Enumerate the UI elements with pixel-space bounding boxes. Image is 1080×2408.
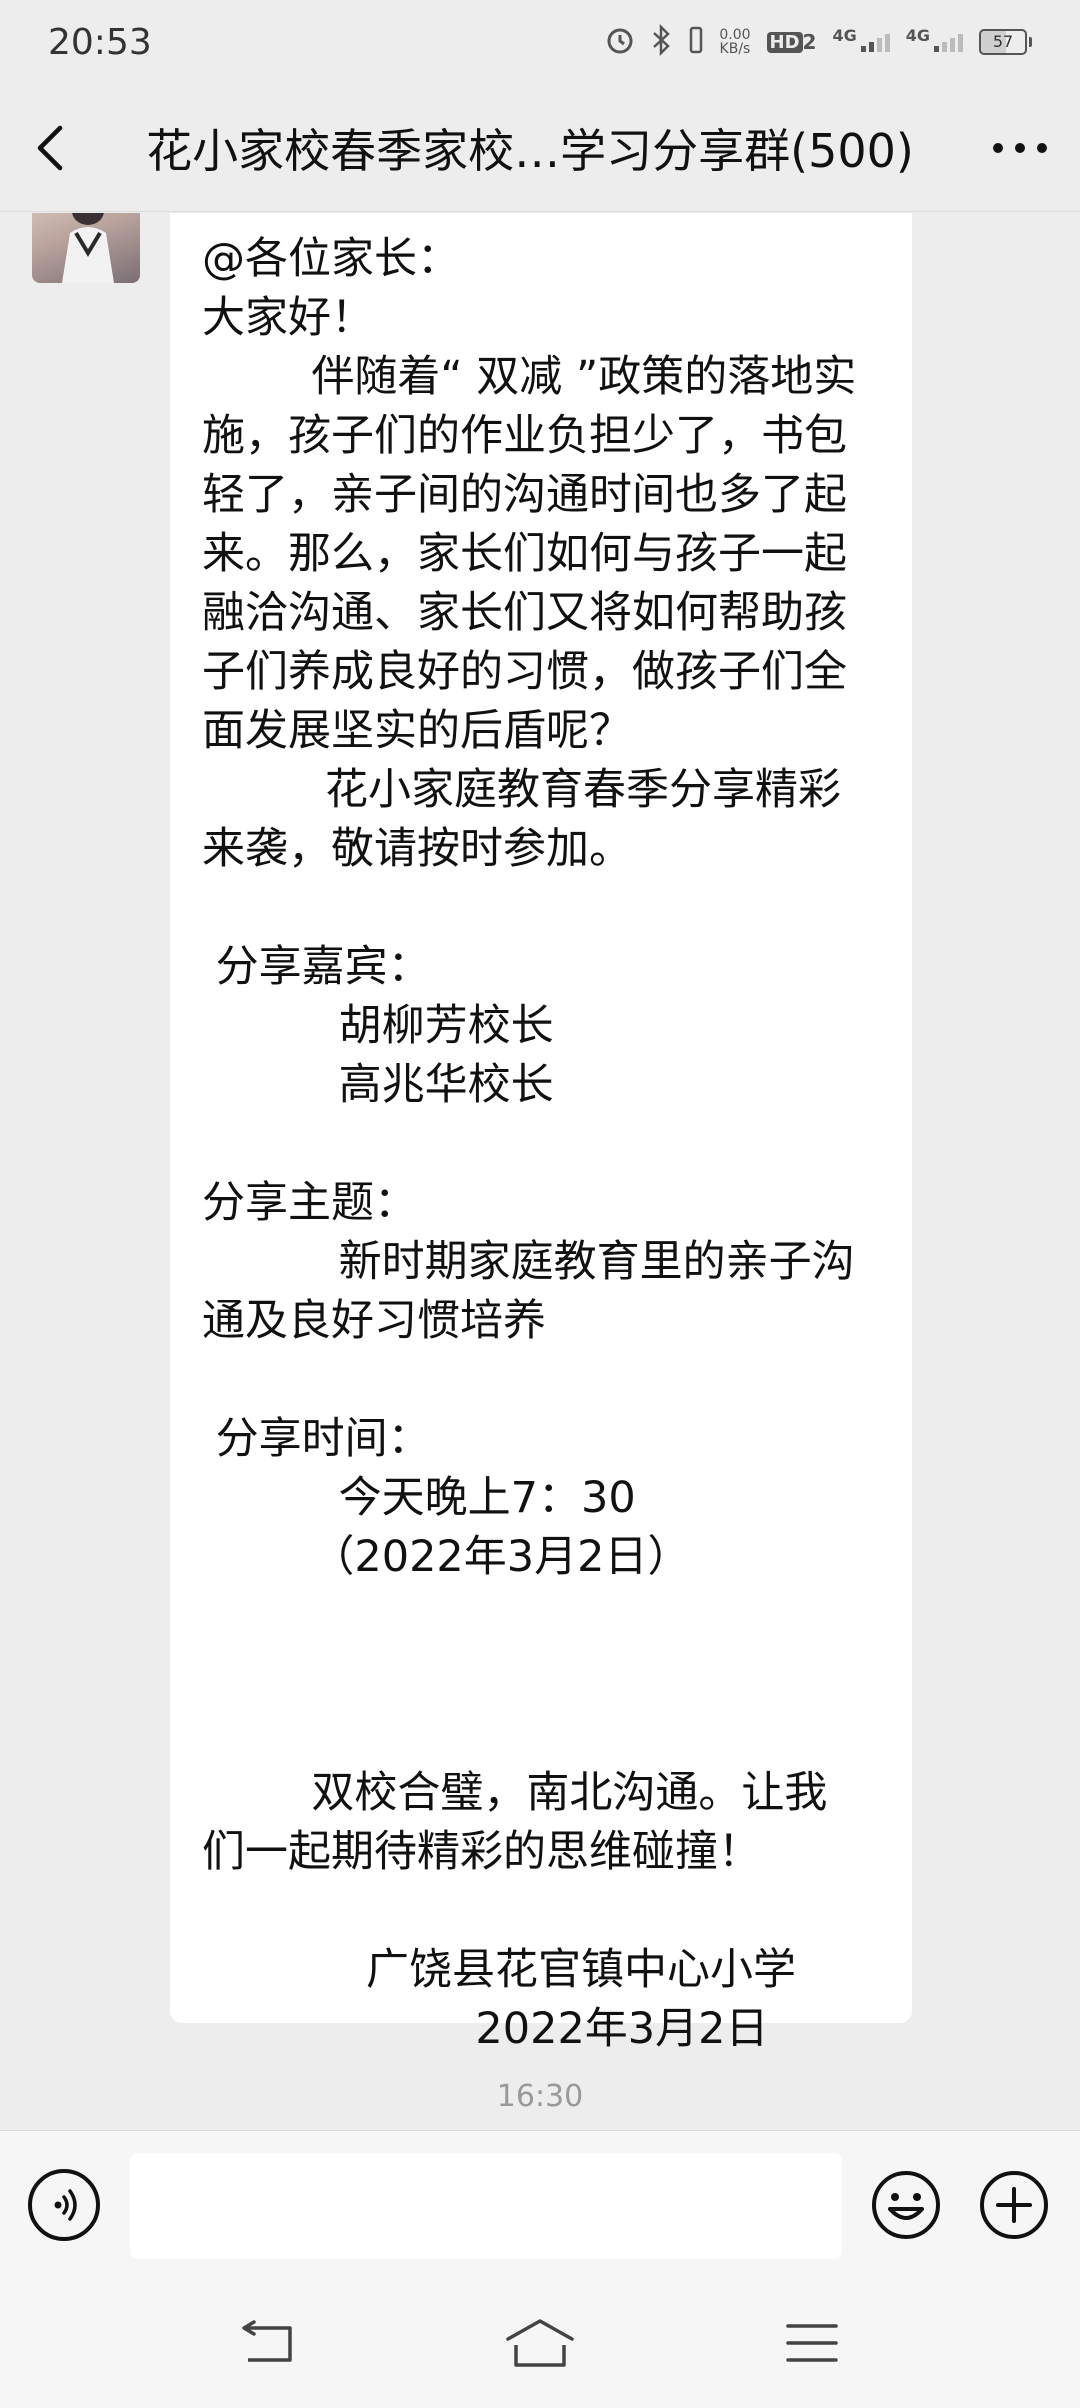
- message-line: 面发展坚实的后盾呢？: [202, 706, 632, 756]
- message-line: [202, 1882, 882, 1941]
- message-line: 2022年3月2日: [202, 2004, 769, 2054]
- signal-2-label: 4G: [905, 25, 930, 45]
- message-line: [202, 1351, 882, 1410]
- nav-menu-icon: [786, 2324, 838, 2362]
- chevron-left-icon: [37, 125, 63, 170]
- message-line: 花小家庭教育春季分享精彩: [202, 765, 842, 815]
- bluetooth-icon: [651, 23, 673, 60]
- message-timestamp: 16:30: [496, 2079, 584, 2114]
- sender-avatar[interactable]: [32, 213, 140, 283]
- message-line: 们一起期待精彩的思维碰撞！: [202, 1827, 761, 1877]
- voice-input-button[interactable]: [28, 2169, 100, 2241]
- hd-sub-label: 2: [802, 30, 817, 54]
- message-line: 来。那么，家长们如何与孩子一起: [202, 529, 847, 579]
- nav-back-button[interactable]: [228, 2308, 308, 2378]
- battery-icon: 57: [979, 29, 1032, 55]
- nav-menu-button[interactable]: [772, 2308, 852, 2378]
- alarm-icon: [605, 25, 635, 59]
- smiley-icon: [872, 2171, 940, 2239]
- voice-icon: [54, 2189, 77, 2221]
- vibrate-icon: [689, 26, 703, 58]
- message-line: 高兆华校长: [202, 1060, 554, 1110]
- network-speed-unit: KB/s: [719, 41, 751, 57]
- status-bar: 20:53 0.00 KB/s HD 2 4G 4G 57: [0, 0, 1080, 84]
- back-button[interactable]: [0, 84, 100, 212]
- message-line: 分享主题：: [202, 1178, 417, 1228]
- message-line: [202, 1705, 882, 1764]
- system-nav-bar: [0, 2278, 1080, 2408]
- signal-1-label: 4G: [832, 25, 857, 45]
- message-line: 轻了，亲子间的沟通时间也多了起: [202, 470, 847, 520]
- emoji-button[interactable]: [870, 2169, 942, 2241]
- chat-title: 花小家校春季家校…学习分享群(500): [146, 123, 914, 178]
- message-input[interactable]: [130, 2153, 842, 2259]
- nav-home-icon: [506, 2319, 574, 2367]
- network-speed-value: 0.00: [719, 27, 751, 43]
- nav-home-button[interactable]: [500, 2308, 580, 2378]
- hd-voice-icon: HD 2: [766, 30, 817, 54]
- message-line: 伴随着“ 双减 ”政策的落地实: [202, 352, 857, 402]
- message-line: 分享嘉宾：: [202, 942, 431, 992]
- message-line: 分享时间：: [202, 1414, 431, 1464]
- message-line: 施，孩子们的作业负担少了，书包: [202, 411, 847, 461]
- chat-messages[interactable]: @各位家长： 大家好！ 伴随着“ 双减 ”政策的落地实 施，孩子们的作业负担少了…: [0, 213, 1080, 2130]
- message-line: [202, 879, 882, 938]
- message-line: [202, 1646, 882, 1705]
- message-line: 胡柳芳校长: [202, 1001, 554, 1051]
- message-line: 通及良好习惯培养: [202, 1296, 546, 1346]
- message-line: @各位家长：: [202, 234, 460, 284]
- message-line: 广饶县花官镇中心小学: [202, 1945, 797, 1995]
- nav-back-icon: [242, 2320, 292, 2362]
- message-line: 新时期家庭教育里的亲子沟: [202, 1237, 855, 1287]
- message-line: [202, 1587, 882, 1646]
- input-bar: [0, 2130, 1080, 2279]
- message-line: 今天晚上7：30: [202, 1473, 636, 1523]
- status-icons: 0.00 KB/s HD 2 4G 4G 57: [605, 23, 1032, 60]
- plus-icon: [980, 2171, 1048, 2239]
- message-line: 来袭，敬请按时参加。: [202, 824, 632, 874]
- message-line: 子们养成良好的习惯，做孩子们全: [202, 647, 847, 697]
- network-speed: 0.00 KB/s: [719, 28, 750, 56]
- chat-header: 花小家校春季家校…学习分享群(500): [0, 84, 1080, 212]
- more-actions-button[interactable]: [978, 2169, 1050, 2241]
- hd-label: HD: [766, 31, 803, 53]
- more-icon: [993, 142, 1047, 153]
- message-line: 融洽沟通、家长们又将如何帮助孩: [202, 588, 847, 638]
- message-line: [202, 1115, 882, 1174]
- status-time: 20:53: [48, 21, 152, 63]
- message-bubble[interactable]: @各位家长： 大家好！ 伴随着“ 双减 ”政策的落地实 施，孩子们的作业负担少了…: [170, 213, 912, 2054]
- message-line: 大家好！: [202, 293, 374, 343]
- message-line: （2022年3月2日）: [202, 1532, 691, 1582]
- more-options-button[interactable]: [960, 84, 1080, 212]
- message-line: 双校合璧，南北沟通。让我: [202, 1768, 828, 1818]
- battery-level: 57: [979, 29, 1027, 55]
- signal-1-icon: 4G: [832, 25, 890, 59]
- signal-2-icon: 4G: [906, 26, 963, 59]
